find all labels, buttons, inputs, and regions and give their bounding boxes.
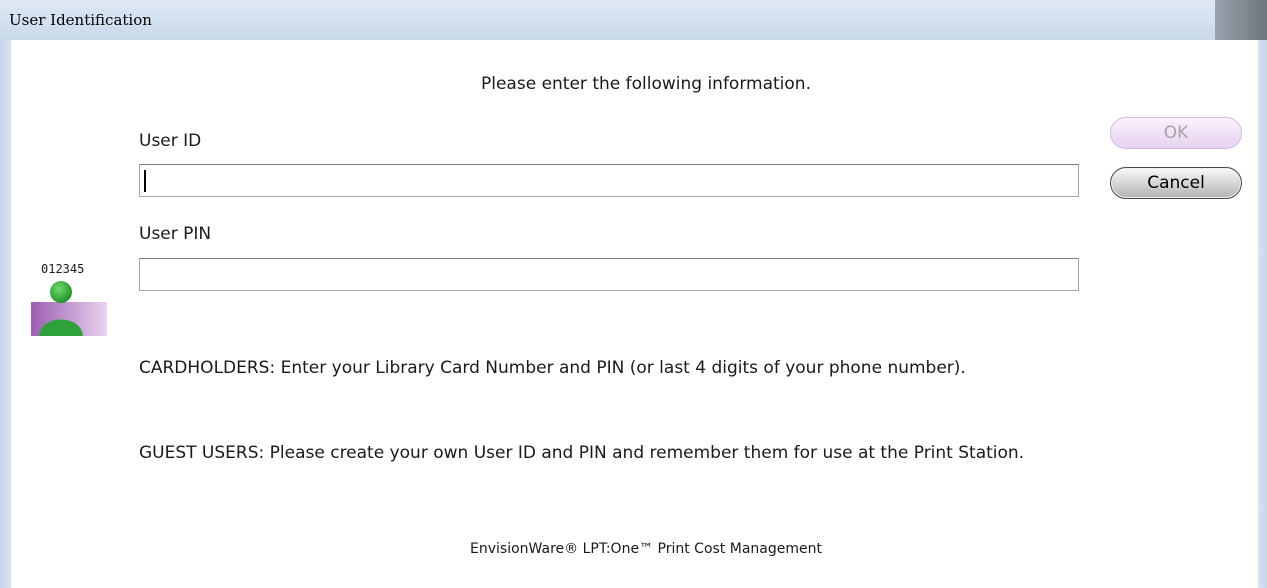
instructions-text: Please enter the following information. — [481, 74, 811, 94]
window-border-right — [1258, 40, 1267, 588]
user-card-icon: 012345 — [31, 262, 109, 340]
user-id-label: User ID — [139, 131, 202, 151]
cardholders-note: CARDHOLDERS: Enter your Library Card Num… — [139, 358, 966, 378]
window-title: User Identification — [9, 11, 152, 29]
text-caret — [144, 170, 146, 192]
window-titlebar[interactable]: User Identification — [0, 0, 1267, 40]
footer-text: EnvisionWare® LPT:One™ Print Cost Manage… — [470, 541, 822, 557]
dialog-content: Please enter the following information. … — [11, 40, 1258, 588]
guest-users-note: GUEST USERS: Please create your own User… — [139, 443, 1025, 463]
ok-button[interactable]: OK — [1110, 117, 1242, 149]
user-id-input[interactable] — [139, 164, 1079, 197]
titlebar-edge — [1215, 0, 1267, 40]
user-pin-label: User PIN — [139, 224, 212, 244]
window-border-left — [0, 40, 11, 588]
cancel-button[interactable]: Cancel — [1110, 167, 1242, 199]
user-pin-input[interactable] — [139, 258, 1079, 291]
